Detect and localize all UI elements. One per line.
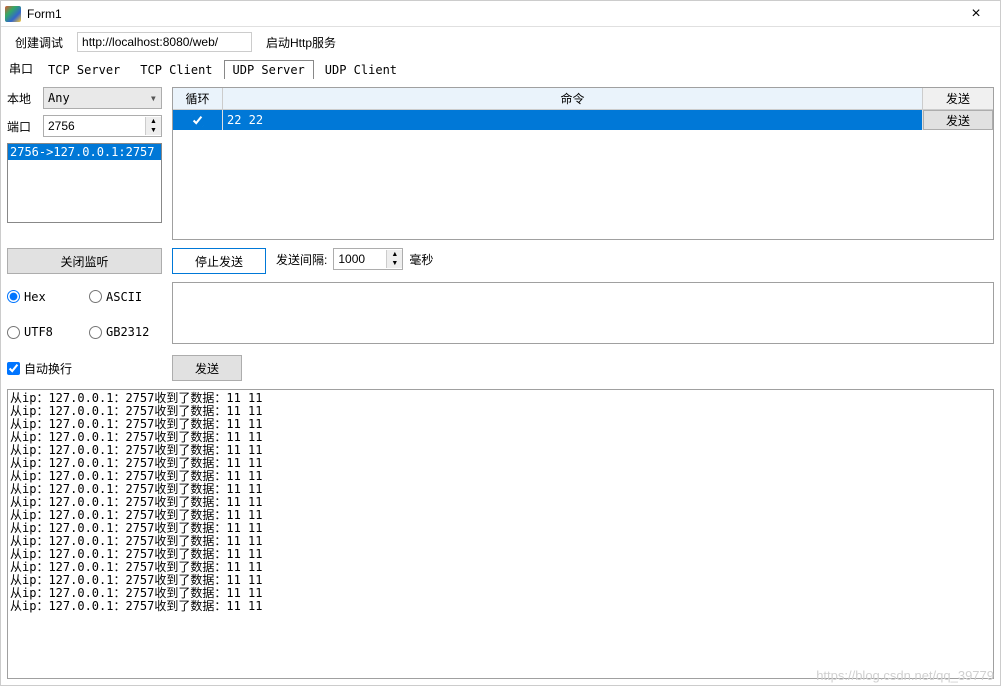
local-combo[interactable]: Any bbox=[43, 87, 162, 109]
close-listen-button[interactable]: 关闭监听 bbox=[7, 248, 162, 274]
tab-tcp-client[interactable]: TCP Client bbox=[131, 60, 221, 79]
radio-hex[interactable]: Hex bbox=[7, 282, 67, 312]
app-icon bbox=[5, 6, 21, 22]
list-item[interactable]: 2756->127.0.0.1:2757 bbox=[8, 144, 161, 160]
create-debug-button[interactable]: 创建调试 bbox=[7, 32, 71, 53]
titlebar: Form1 × bbox=[1, 1, 1000, 27]
radio-ascii[interactable]: ASCII bbox=[89, 282, 149, 312]
tab-bar: 串口 TCP Server TCP Client UDP Server UDP … bbox=[1, 57, 1000, 79]
local-value: Any bbox=[48, 91, 70, 105]
grid-header-cmd: 命令 bbox=[223, 88, 923, 109]
port-spinner[interactable]: ▲▼ bbox=[145, 117, 161, 135]
table-row[interactable]: 22 22 发送 bbox=[173, 110, 993, 130]
log-output[interactable]: 从ip：127.0.0.1：2757收到了数据：11 11 从ip：127.0.… bbox=[7, 389, 994, 679]
grid-header-loop: 循环 bbox=[173, 88, 223, 109]
command-grid: 循环 命令 发送 22 22 发送 bbox=[172, 87, 994, 240]
tab-lead-label: 串口 bbox=[7, 58, 39, 79]
row-loop-checkbox[interactable] bbox=[191, 114, 204, 127]
stop-send-button[interactable]: 停止发送 bbox=[172, 248, 266, 274]
window-title: Form1 bbox=[27, 7, 956, 21]
interval-input[interactable]: ▲▼ bbox=[333, 248, 403, 270]
tab-udp-client[interactable]: UDP Client bbox=[316, 60, 406, 79]
tab-udp-server[interactable]: UDP Server bbox=[224, 60, 314, 79]
row-send-button[interactable]: 发送 bbox=[923, 110, 993, 130]
url-input[interactable] bbox=[77, 32, 252, 52]
interval-spinner[interactable]: ▲▼ bbox=[386, 250, 402, 268]
port-label: 端口 bbox=[7, 118, 35, 135]
connections-listbox[interactable]: 2756->127.0.0.1:2757 bbox=[7, 143, 162, 223]
interval-unit: 毫秒 bbox=[409, 251, 433, 268]
toolbar: 创建调试 启动Http服务 bbox=[1, 27, 1000, 57]
interval-value[interactable] bbox=[334, 252, 386, 266]
port-value[interactable] bbox=[44, 119, 145, 133]
send-button[interactable]: 发送 bbox=[172, 355, 242, 381]
tab-tcp-server[interactable]: TCP Server bbox=[39, 60, 129, 79]
radio-utf8[interactable]: UTF8 bbox=[7, 318, 67, 348]
interval-label: 发送间隔: bbox=[276, 251, 327, 268]
send-textarea[interactable] bbox=[172, 282, 994, 344]
start-http-button[interactable]: 启动Http服务 bbox=[258, 32, 344, 53]
radio-gb2312[interactable]: GB2312 bbox=[89, 318, 149, 348]
grid-header-send: 发送 bbox=[923, 88, 993, 109]
local-label: 本地 bbox=[7, 90, 35, 107]
close-button[interactable]: × bbox=[956, 5, 996, 23]
auto-wrap-checkbox[interactable]: 自动换行 bbox=[7, 360, 162, 377]
port-input[interactable]: ▲▼ bbox=[43, 115, 162, 137]
row-cmd-cell[interactable]: 22 22 bbox=[223, 110, 923, 130]
encoding-radios: Hex ASCII UTF8 GB2312 bbox=[7, 282, 162, 347]
